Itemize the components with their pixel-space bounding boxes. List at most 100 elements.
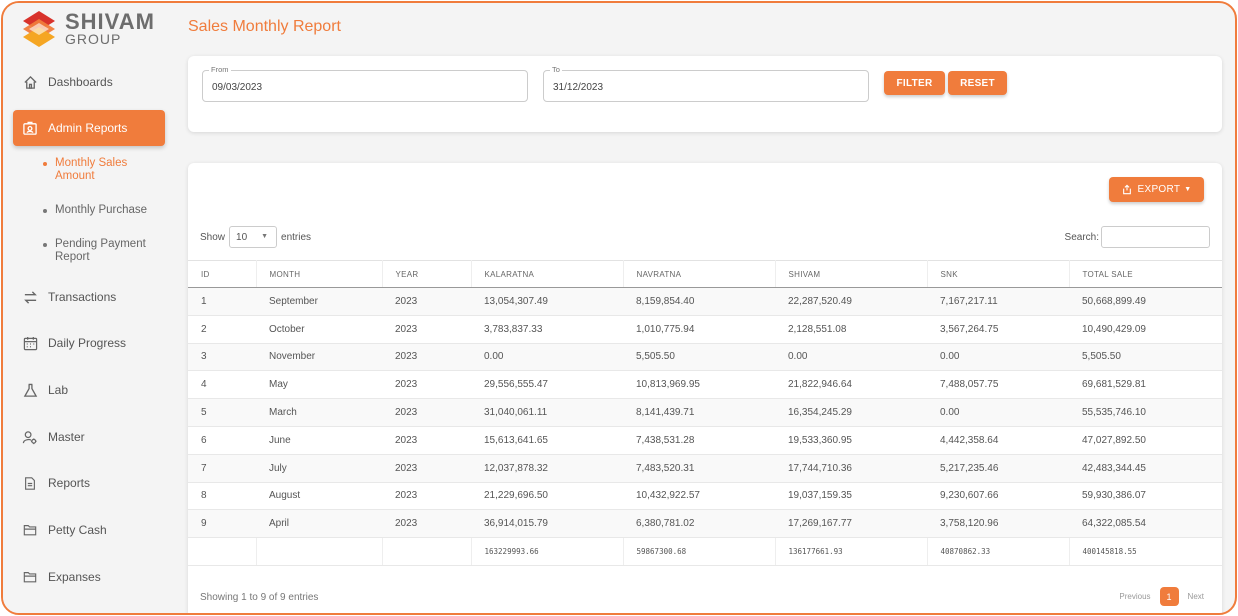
brand-subname: GROUP: [65, 31, 122, 47]
table-cell: 0.00: [927, 343, 1069, 372]
table-cell: 15,613,641.65: [471, 426, 623, 455]
table-cell: 1,010,775.94: [623, 315, 775, 344]
sidebar-item-reports[interactable]: Reports: [13, 465, 165, 501]
table-row: 3 November 2023 0.00 5,505.50 0.00 0.00 5,505.5…: [188, 343, 1222, 372]
report-table-card: EXPORT ▼ Show 10 ▼ entries Search: ID MO…: [188, 163, 1222, 613]
table-cell: 3: [188, 343, 256, 372]
table-cell: August: [256, 482, 382, 511]
table-cell: April: [256, 509, 382, 539]
table-cell: 2023: [382, 509, 471, 539]
sidebar-item-daily-progress[interactable]: Daily Progress: [13, 325, 165, 361]
sidebar-item-label: Expanses: [48, 570, 101, 584]
caret-down-icon: ▼: [261, 233, 269, 240]
table-cell: 10,432,922.57: [623, 482, 775, 511]
table-cell: 7,167,217.11: [927, 287, 1069, 316]
page-1-button[interactable]: 1: [1159, 587, 1179, 606]
sidebar-item-label: Admin Reports: [48, 121, 128, 135]
pagination: Previous 1 Next: [1119, 587, 1204, 606]
column-header-total-sale[interactable]: TOTAL SALE: [1069, 260, 1222, 288]
table-cell: 7,488,057.75: [927, 370, 1069, 400]
table-cell: 9: [188, 509, 256, 539]
from-date-label: From: [209, 65, 231, 74]
total-cell: [382, 537, 472, 567]
sidebar-item-expanses[interactable]: Expanses: [13, 559, 165, 595]
column-header-month[interactable]: MONTH: [256, 260, 383, 288]
column-header-year[interactable]: YEAR: [382, 260, 472, 288]
table-cell: 10,490,429.09: [1069, 315, 1222, 344]
table-cell: 5,217,235.46: [927, 454, 1069, 483]
table-cell: 2,128,551.08: [775, 315, 927, 344]
table-cell: 21,229,696.50: [471, 482, 623, 511]
reset-button[interactable]: RESET: [948, 71, 1007, 95]
table-cell: 2023: [382, 315, 471, 344]
sidebar-item-lab[interactable]: Lab: [13, 372, 165, 408]
table-cell: 3,783,837.33: [471, 315, 623, 344]
table-cell: 17,269,167.77: [775, 509, 927, 539]
column-header-snk[interactable]: SNK: [927, 260, 1070, 288]
table-cell: 50,668,899.49: [1069, 287, 1222, 316]
column-header-shivam[interactable]: SHIVAM: [775, 260, 928, 288]
total-navratna: 59867300.68: [623, 537, 776, 567]
column-header-kalaratna[interactable]: KALARATNA: [471, 260, 624, 288]
total-sale: 400145818.55: [1069, 537, 1222, 567]
table-cell: 19,533,360.95: [775, 426, 927, 455]
table-cell: 6,380,781.02: [623, 509, 775, 539]
to-date-label: To: [550, 65, 562, 74]
column-header-id[interactable]: ID: [188, 260, 257, 288]
table-cell: 5: [188, 398, 256, 427]
total-cell: [188, 537, 257, 567]
table-cell: 55,535,746.10: [1069, 398, 1222, 427]
next-page-button[interactable]: Next: [1188, 592, 1204, 601]
table-row: 7 July 2023 12,037,878.32 7,483,520.31 17,744…: [188, 454, 1222, 483]
search-input[interactable]: [1101, 226, 1210, 248]
table-cell: 59,930,386.07: [1069, 482, 1222, 511]
sidebar-subitem-monthly-purchase[interactable]: Monthly Purchase: [43, 204, 147, 217]
sidebar: SHIVAM GROUP Dashboards Admin Reports Mo…: [3, 3, 178, 613]
table-cell: 3,567,264.75: [927, 315, 1069, 344]
search-label: Search:: [1064, 231, 1099, 243]
table-body: 1 September 2023 13,054,307.49 8,159,854.40 2…: [188, 287, 1222, 539]
from-date-field[interactable]: From 09/03/2023: [202, 65, 528, 102]
table-cell: 2023: [382, 454, 471, 483]
table-cell: 2023: [382, 482, 471, 511]
column-header-navratna[interactable]: NAVRATNA: [623, 260, 776, 288]
to-date-field[interactable]: To 31/12/2023: [543, 65, 869, 102]
table-cell: 7: [188, 454, 256, 483]
entries-length-control: Show 10 ▼ entries: [200, 226, 311, 248]
chevron-down-icon: ▼: [1184, 186, 1192, 193]
sidebar-item-label: Lab: [48, 383, 69, 397]
brand-logo[interactable]: SHIVAM GROUP: [19, 9, 169, 53]
table-cell: 22,287,520.49: [775, 287, 927, 316]
table-cell: 69,681,529.81: [1069, 370, 1222, 400]
sidebar-subitem-monthly-sales-amount[interactable]: Monthly Sales Amount: [43, 157, 139, 183]
from-date-value: 09/03/2023: [212, 82, 263, 93]
sidebar-item-petty-cash[interactable]: Petty Cash: [13, 512, 165, 548]
table-cell: 10,813,969.95: [623, 370, 775, 400]
table-row: 1 September 2023 13,054,307.49 8,159,854.40 2…: [188, 287, 1222, 316]
table-search: Search:: [1065, 226, 1210, 248]
export-button[interactable]: EXPORT ▼: [1109, 177, 1204, 202]
sidebar-item-label: Dashboards: [48, 75, 113, 89]
table-cell: 36,914,015.79: [471, 509, 623, 539]
total-shivam: 136177661.93: [775, 537, 928, 567]
sidebar-item-transactions[interactable]: Transactions: [13, 279, 165, 315]
to-date-value: 31/12/2023: [553, 82, 604, 93]
entries-select[interactable]: 10 ▼: [229, 226, 278, 248]
table-cell: 5,505.50: [1069, 343, 1222, 372]
table-cell: 9,230,607.66: [927, 482, 1069, 511]
table-cell: 64,322,085.54: [1069, 509, 1222, 539]
previous-page-button[interactable]: Previous: [1119, 592, 1150, 601]
table-cell: 47,027,892.50: [1069, 426, 1222, 455]
filter-button[interactable]: FILTER: [884, 71, 945, 95]
sidebar-item-master[interactable]: Master: [13, 419, 165, 455]
table-cell: 1: [188, 287, 256, 316]
calendar-icon: [21, 334, 39, 352]
sidebar-subitem-pending-payment-report[interactable]: Pending Payment Report: [43, 238, 151, 264]
sidebar-item-admin-reports[interactable]: Admin Reports: [13, 110, 165, 146]
user-gear-icon: [21, 428, 39, 446]
sidebar-item-label: Transactions: [48, 290, 117, 304]
table-cell: September: [256, 287, 382, 316]
table-cell: 21,822,946.64: [775, 370, 927, 400]
table-cell: March: [256, 398, 382, 427]
sidebar-item-dashboards[interactable]: Dashboards: [13, 64, 165, 100]
